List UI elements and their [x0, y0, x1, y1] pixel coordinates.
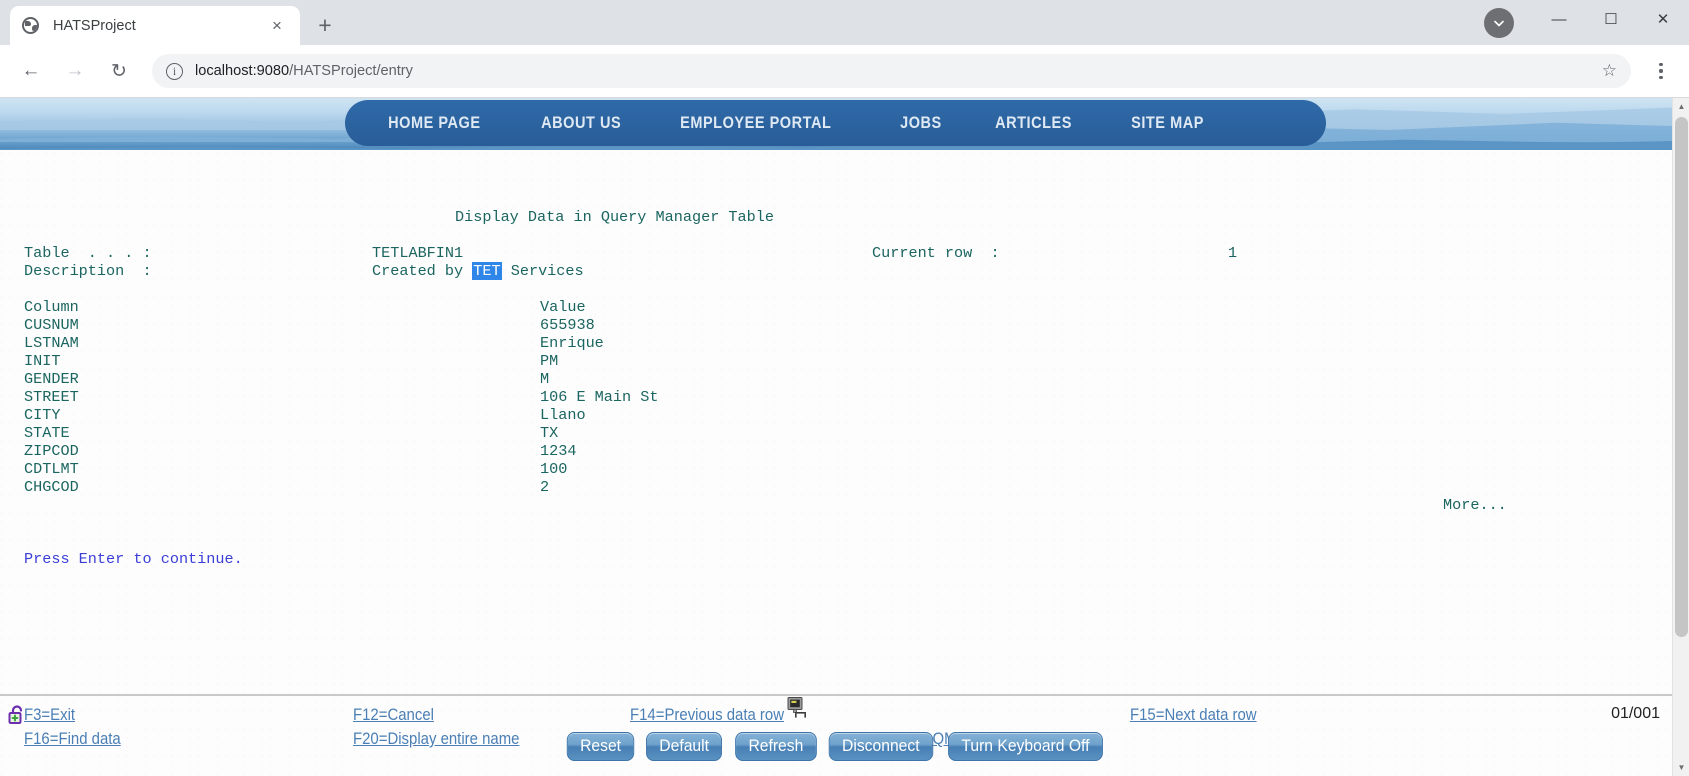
table-row: 100 — [540, 461, 567, 479]
page-content: HOME PAGE ABOUT US EMPLOYEE PORTAL JOBS … — [0, 98, 1672, 776]
page-viewport: HOME PAGE ABOUT US EMPLOYEE PORTAL JOBS … — [0, 98, 1689, 776]
url-path: /HATSProject/entry — [289, 63, 413, 79]
site-navigation: HOME PAGE ABOUT US EMPLOYEE PORTAL JOBS … — [345, 100, 1326, 146]
description-highlight[interactable]: TET — [472, 262, 501, 280]
description-label: Description : — [24, 263, 152, 281]
description-value: Created by TET Services — [372, 263, 584, 281]
forward-icon[interactable]: → — [56, 52, 94, 90]
window-controls: — ☐ ✕ — [1533, 0, 1689, 45]
tab-strip: HATSProject × + — ☐ ✕ — [0, 0, 1689, 45]
nav-item-articles[interactable]: ARTICLES — [974, 114, 1093, 133]
table-row: 655938 — [540, 317, 595, 335]
nav-item-about-us[interactable]: ABOUT US — [520, 114, 642, 133]
table-row: ZIPCOD — [24, 443, 79, 461]
reload-icon[interactable]: ↻ — [100, 52, 138, 90]
column-header: Column — [24, 299, 79, 317]
table-row: LSTNAM — [24, 335, 79, 353]
terminal-connection-icon — [786, 697, 810, 719]
unlocked-padlock-icon — [7, 704, 27, 726]
current-row-label: Current row : — [872, 245, 1000, 263]
table-row: Llano — [540, 407, 586, 425]
scroll-up-icon[interactable]: ▲ — [1673, 98, 1689, 115]
close-icon[interactable]: × — [266, 15, 288, 37]
table-row: 1234 — [540, 443, 576, 461]
scroll-down-icon[interactable]: ▼ — [1673, 759, 1689, 776]
table-row: STATE — [24, 425, 70, 443]
close-window-icon[interactable]: ✕ — [1637, 0, 1689, 38]
table-row: GENDER — [24, 371, 79, 389]
nav-item-site-map[interactable]: SITE MAP — [1110, 114, 1225, 133]
table-row: INIT — [24, 353, 60, 371]
cursor-position: 01/001 — [1611, 705, 1660, 723]
terminal-button-row: Reset Default Refresh Disconnect Turn Ke… — [0, 732, 1672, 761]
current-row-value: 1 — [1228, 245, 1237, 263]
terminal-screen: Display Data in Query Manager Table Tabl… — [0, 150, 1672, 712]
nav-item-employee-portal[interactable]: EMPLOYEE PORTAL — [659, 114, 852, 133]
globe-icon — [22, 17, 39, 34]
nav-item-home-page[interactable]: HOME PAGE — [367, 114, 502, 133]
address-bar[interactable]: i localhost:9080/HATSProject/entry ☆ — [152, 54, 1631, 88]
site-info-icon[interactable]: i — [166, 63, 183, 80]
table-row: CDTLMT — [24, 461, 79, 479]
terminal-status-bar: 01/001 Reset Default Refresh Disconnect … — [0, 696, 1672, 776]
three-dots-icon[interactable] — [1645, 63, 1677, 79]
table-row: TX — [540, 425, 558, 443]
url-text: localhost:9080/HATSProject/entry — [195, 63, 413, 79]
minimize-icon[interactable]: — — [1533, 0, 1585, 38]
description-prefix: Created by — [372, 262, 472, 280]
table-row: CUSNUM — [24, 317, 79, 335]
table-row: STREET — [24, 389, 79, 407]
table-row: 106 E Main St — [540, 389, 658, 407]
disconnect-button[interactable]: Disconnect — [829, 732, 933, 761]
prompt-text: Press Enter to continue. — [24, 551, 243, 569]
vertical-scrollbar[interactable]: ▲ ▼ — [1672, 98, 1689, 776]
new-tab-button[interactable]: + — [308, 8, 342, 42]
description-suffix: Services — [502, 262, 584, 280]
more-indicator: More... — [1443, 497, 1507, 515]
browser-window: HATSProject × + — ☐ ✕ ← → ↻ i localhost:… — [0, 0, 1689, 776]
table-row: CHGCOD — [24, 479, 79, 497]
table-row: CITY — [24, 407, 60, 425]
table-row: M — [540, 371, 549, 389]
screen-title: Display Data in Query Manager Table — [455, 209, 774, 227]
browser-tab[interactable]: HATSProject × — [10, 6, 300, 45]
profile-avatar-icon[interactable] — [1484, 8, 1514, 38]
browser-toolbar: ← → ↻ i localhost:9080/HATSProject/entry… — [0, 45, 1689, 98]
value-header: Value — [540, 299, 586, 317]
maximize-icon[interactable]: ☐ — [1585, 0, 1637, 38]
scrollbar-thumb[interactable] — [1675, 117, 1688, 637]
table-row: Enrique — [540, 335, 604, 353]
table-row: 2 — [540, 479, 549, 497]
refresh-button[interactable]: Refresh — [735, 732, 816, 761]
turn-keyboard-off-button[interactable]: Turn Keyboard Off — [948, 732, 1103, 761]
tab-title: HATSProject — [53, 18, 266, 34]
table-label: Table . . . : — [24, 245, 152, 263]
table-row: PM — [540, 353, 558, 371]
reset-button[interactable]: Reset — [567, 732, 635, 761]
default-button[interactable]: Default — [646, 732, 722, 761]
site-banner: HOME PAGE ABOUT US EMPLOYEE PORTAL JOBS … — [0, 98, 1672, 150]
back-icon[interactable]: ← — [12, 52, 50, 90]
bookmark-star-icon[interactable]: ☆ — [1602, 61, 1617, 81]
url-host: localhost:9080 — [195, 63, 289, 79]
nav-item-jobs[interactable]: JOBS — [879, 114, 963, 133]
table-value: TETLABFIN1 — [372, 245, 463, 263]
